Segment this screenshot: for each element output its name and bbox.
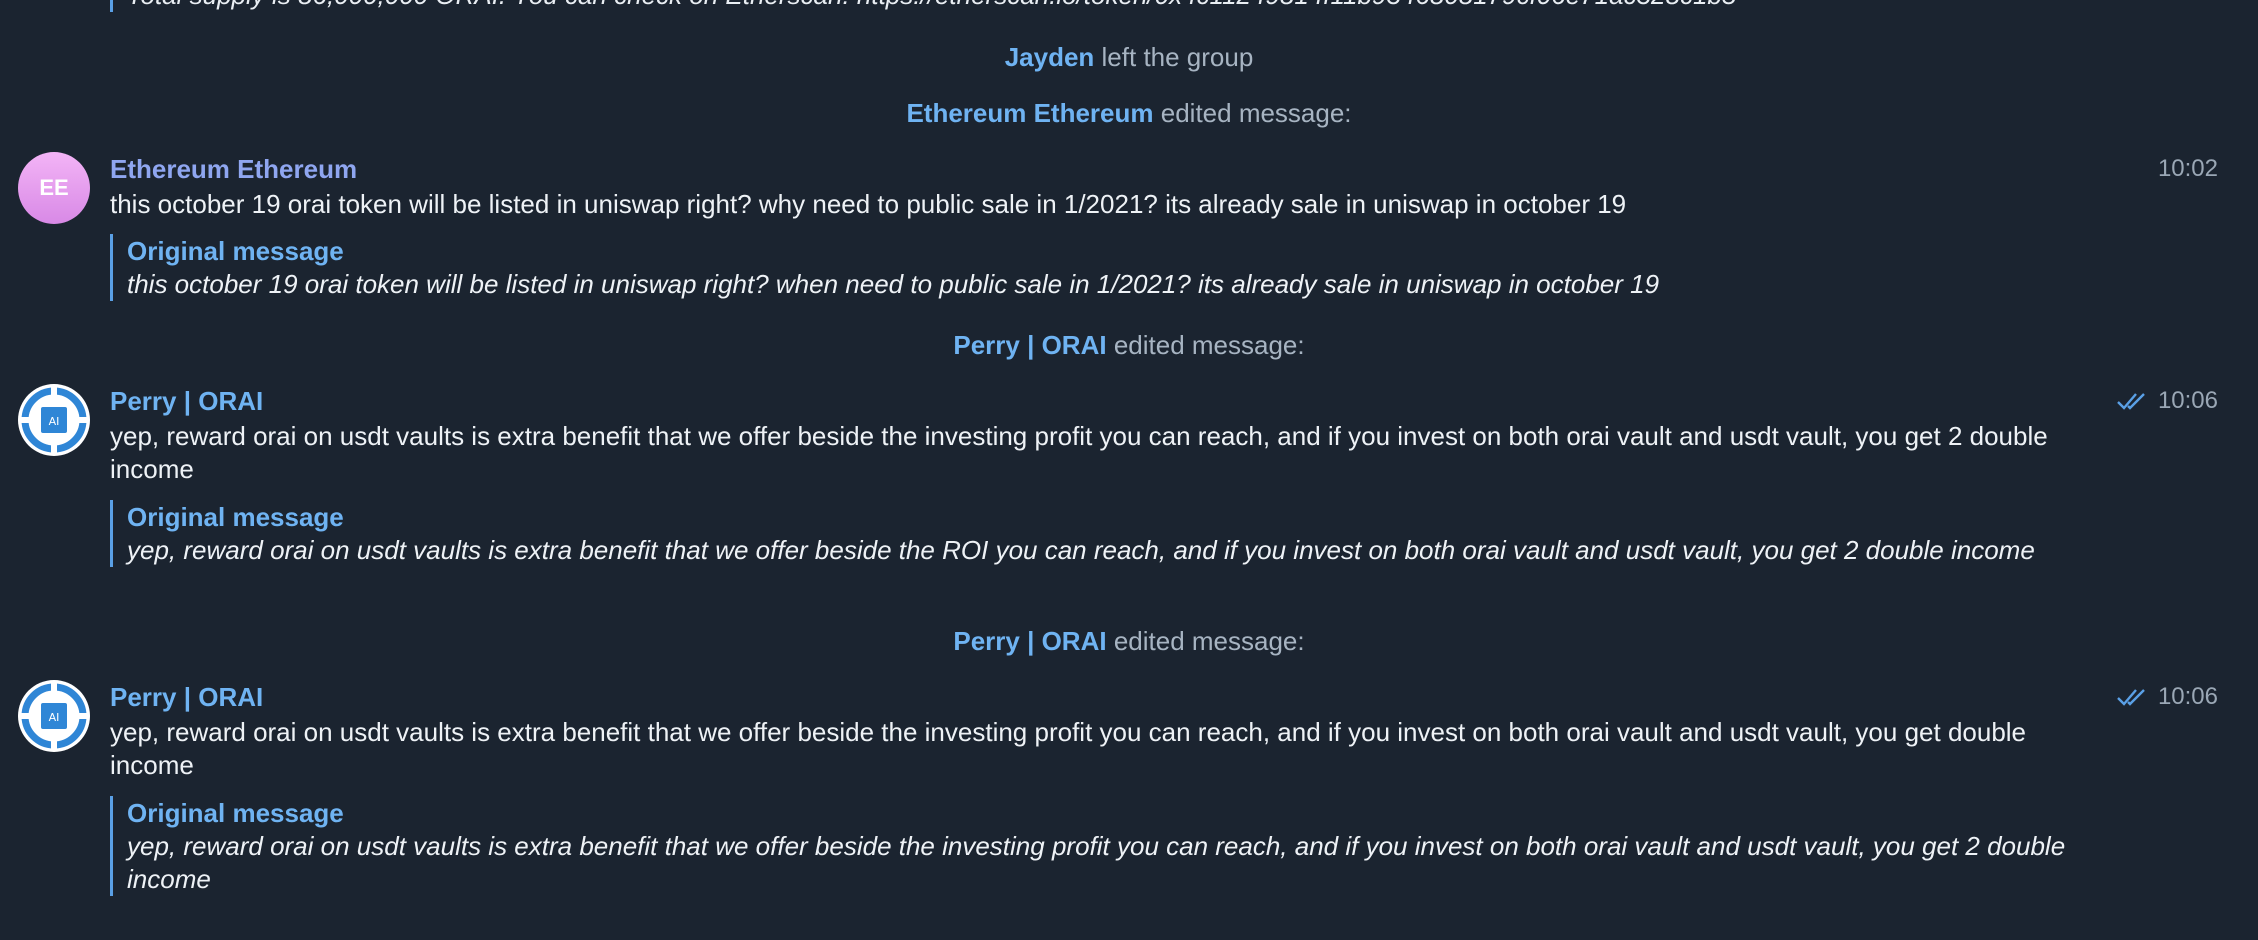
service-user[interactable]: Jayden xyxy=(1005,42,1095,72)
time-label: 10:06 xyxy=(2157,683,2218,710)
service-message-edited: Ethereum Ethereum edited message: xyxy=(0,96,2258,130)
read-checkmarks-icon xyxy=(2117,393,2145,410)
previous-message-quote-text: Total supply is 86,000,000 ORAI. You can… xyxy=(127,0,1736,10)
service-message-edited: Perry | ORAI edited message: xyxy=(0,624,2258,658)
sender-name[interactable]: Ethereum Ethereum xyxy=(110,152,357,186)
message-text: yep, reward orai on usdt vaults is extra… xyxy=(110,421,2048,484)
svg-text:AI: AI xyxy=(49,711,60,724)
message-time: 10:06 xyxy=(2116,384,2218,418)
orai-logo-icon[interactable]: AI xyxy=(18,384,90,456)
svg-text:AI: AI xyxy=(49,415,60,428)
orai-logo-icon[interactable]: AI xyxy=(18,680,90,752)
message-time: 10:02 xyxy=(2158,152,2218,186)
original-message-title: Original message xyxy=(127,502,344,532)
original-message-text: yep, reward orai on usdt vaults is extra… xyxy=(127,535,2035,565)
service-action: edited message: xyxy=(1113,330,1305,360)
read-checkmarks-icon xyxy=(2117,689,2145,706)
service-action: edited message: xyxy=(1160,98,1352,128)
original-message-text: this october 19 orai token will be liste… xyxy=(127,269,1660,299)
service-message-edited: Perry | ORAI edited message: xyxy=(0,328,2258,362)
original-message-quote: Original message yep, reward orai on usd… xyxy=(110,500,2127,567)
sender-name[interactable]: Perry | ORAI xyxy=(110,384,263,418)
message-text: this october 19 orai token will be liste… xyxy=(110,189,1627,219)
message-text: yep, reward orai on usdt vaults is extra… xyxy=(110,717,2027,780)
service-action: left the group xyxy=(1101,42,1254,72)
time-label: 10:06 xyxy=(2157,387,2218,414)
time-label: 10:02 xyxy=(2157,155,2218,182)
original-message-text: yep, reward orai on usdt vaults is extra… xyxy=(127,831,2066,894)
previous-message-quote: Total supply is 86,000,000 ORAI. You can… xyxy=(110,0,2127,12)
message-time: 10:06 xyxy=(2116,680,2218,714)
service-user[interactable]: Ethereum Ethereum xyxy=(906,98,1153,128)
chat-history[interactable]: Total supply is 86,000,000 ORAI. You can… xyxy=(0,0,2258,940)
original-message-quote: Original message this october 19 orai to… xyxy=(110,234,2127,301)
service-user[interactable]: Perry | ORAI xyxy=(953,330,1106,360)
avatar[interactable]: EE xyxy=(18,152,90,224)
sender-name[interactable]: Perry | ORAI xyxy=(110,680,263,714)
original-message-title: Original message xyxy=(127,798,344,828)
service-user[interactable]: Perry | ORAI xyxy=(953,626,1106,656)
service-action: edited message: xyxy=(1113,626,1305,656)
service-message-left: Jayden left the group xyxy=(0,40,2258,74)
original-message-quote: Original message yep, reward orai on usd… xyxy=(110,796,2127,896)
original-message-title: Original message xyxy=(127,236,344,266)
